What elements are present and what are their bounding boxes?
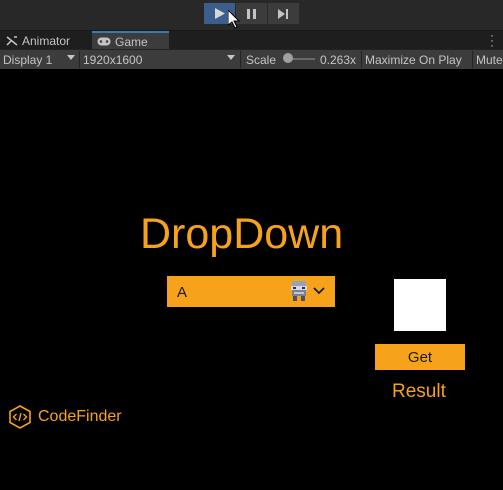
- code-hexagon-icon: [9, 405, 31, 429]
- page-title: DropDown: [140, 210, 344, 258]
- tab-bar: Animator Game · · ·: [0, 29, 503, 51]
- step-icon: [278, 8, 288, 19]
- display-dropdown[interactable]: Display 1: [3, 50, 65, 69]
- pause-button[interactable]: [236, 3, 268, 24]
- scale-label: Scale: [246, 52, 277, 67]
- character-sprite-icon: [291, 281, 307, 301]
- tab-animator[interactable]: Animator: [6, 31, 70, 50]
- dropdown[interactable]: A: [167, 276, 335, 307]
- play-icon: [214, 8, 225, 19]
- resolution-dropdown[interactable]: 1920x1600: [83, 50, 223, 69]
- logo-text: CodeFinder: [38, 408, 122, 425]
- maximize-on-play-toggle[interactable]: Maximize On Play: [365, 50, 469, 69]
- scale-value: 0.263x: [320, 52, 357, 67]
- get-button-label: Get: [407, 348, 433, 366]
- chevron-down-icon: [313, 287, 325, 295]
- mouse-cursor-icon: [228, 10, 240, 29]
- chevron-down-icon: [227, 55, 235, 60]
- mute-audio-toggle[interactable]: Mute Audio: [476, 50, 503, 69]
- get-button[interactable]: Get: [375, 344, 465, 370]
- gamepad-icon: [97, 37, 111, 46]
- display-label: Display 1: [3, 52, 53, 67]
- animator-icon: [6, 35, 18, 46]
- tab-game[interactable]: Game: [92, 31, 169, 50]
- play-controls: [204, 3, 300, 24]
- pause-icon: [247, 8, 256, 19]
- dropdown-selected-value: A: [177, 284, 188, 301]
- result-image: [394, 279, 446, 331]
- tab-game-label: Game: [115, 34, 148, 49]
- codefinder-logo: CodeFinder: [8, 405, 122, 429]
- step-button[interactable]: [268, 3, 300, 24]
- scale-slider-handle[interactable]: [283, 53, 293, 63]
- game-view-toolbar: Display 1 1920x1600 Scale 0.263x Maximiz…: [0, 49, 503, 70]
- editor-top-bar: [0, 0, 503, 30]
- result-text: Result: [392, 381, 446, 402]
- tab-animator-label: Animator: [22, 33, 71, 48]
- more-options-icon[interactable]: · · ·: [490, 29, 494, 51]
- resolution-label: 1920x1600: [83, 52, 143, 67]
- chevron-down-icon: [67, 55, 75, 60]
